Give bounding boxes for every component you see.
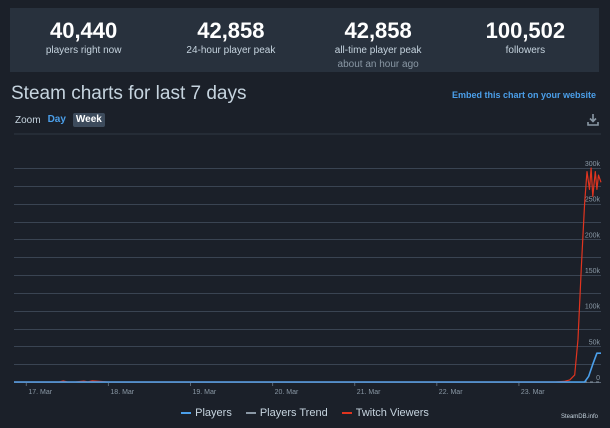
- y-tick-label: 100k: [585, 304, 601, 311]
- x-tick-label: 23. Mar: [521, 389, 545, 396]
- x-tick-label: 21. Mar: [357, 389, 381, 396]
- y-tick-label: 0: [596, 375, 600, 382]
- y-tick-label: 250k: [585, 197, 601, 204]
- x-tick-label: 22. Mar: [439, 389, 463, 396]
- legend-swatch-players-trend: [245, 412, 256, 414]
- legend-swatch-players: [181, 412, 192, 414]
- x-tick-label: 20. Mar: [275, 389, 299, 396]
- legend-item-players[interactable]: Players: [181, 406, 232, 420]
- x-tick-label: 17. Mar: [28, 389, 52, 396]
- y-tick-label: 50k: [589, 339, 601, 346]
- legend-swatch-twitch-viewers: [341, 412, 352, 414]
- x-tick-label: 19. Mar: [193, 389, 217, 396]
- legend-item-players-trend[interactable]: Players Trend: [245, 406, 328, 420]
- steamdb-credit: SteamDB.info: [560, 414, 598, 420]
- x-tick-label: 18. Mar: [110, 389, 134, 396]
- y-tick-label: 200k: [585, 232, 601, 239]
- legend-label: Twitch Viewers: [355, 407, 429, 419]
- y-tick-label: 300k: [585, 161, 601, 168]
- series-line-players: [14, 352, 601, 383]
- y-tick-label: 150k: [585, 268, 601, 275]
- legend-label: Players: [195, 407, 232, 419]
- legend-item-twitch-viewers[interactable]: Twitch Viewers: [341, 406, 429, 420]
- player-chart: 0 50k 100k 150k 200k 250k 300k 17. Mar 18. Mar 19…: [14, 133, 602, 396]
- chart-legend: Players Players Trend Twitch Viewers: [0, 406, 610, 420]
- legend-label: Players Trend: [259, 407, 328, 419]
